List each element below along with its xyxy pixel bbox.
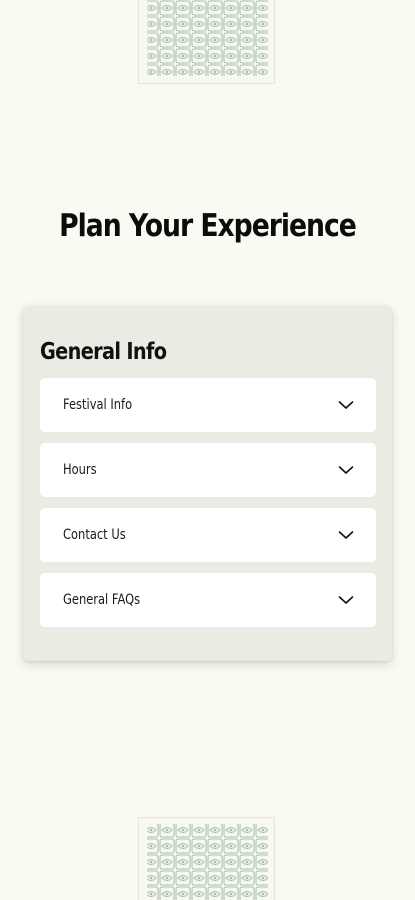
accordion-item-hours[interactable]: Hours [40, 443, 376, 497]
chevron-down-icon [338, 596, 354, 604]
decorative-pattern-top [138, 0, 275, 84]
general-info-heading: General Info [40, 339, 167, 365]
page-title: Plan Your Experience [59, 208, 357, 244]
general-info-accordion: Festival Info Hours Contact Us General F… [40, 378, 376, 638]
chevron-down-icon [338, 531, 354, 539]
accordion-item-festival-info[interactable]: Festival Info [40, 378, 376, 432]
accordion-label-hours: Hours [63, 462, 97, 478]
accordion-label-contact-us: Contact Us [63, 527, 126, 543]
general-info-panel: General Info Festival Info Hours Contact… [23, 306, 392, 661]
chevron-down-icon [338, 466, 354, 474]
accordion-item-general-faqs[interactable]: General FAQs [40, 573, 376, 627]
accordion-label-festival-info: Festival Info [63, 397, 133, 413]
accordion-label-general-faqs: General FAQs [63, 592, 141, 608]
chevron-down-icon [338, 401, 354, 409]
accordion-item-contact-us[interactable]: Contact Us [40, 508, 376, 562]
decorative-pattern-bottom [138, 817, 275, 900]
